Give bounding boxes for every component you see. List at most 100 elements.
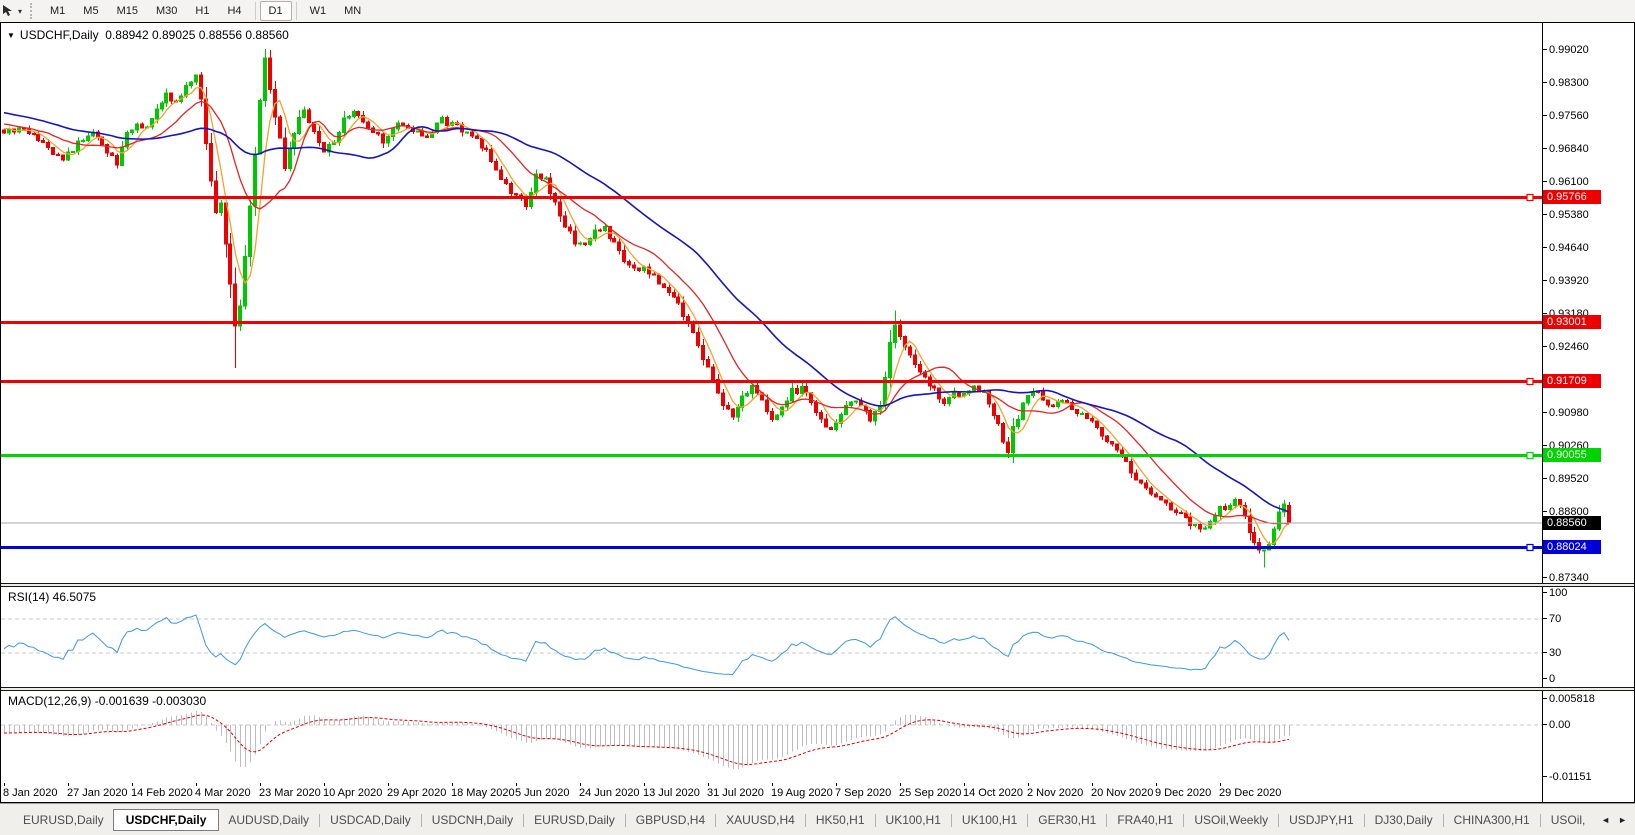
chart-tab-xauusd-h4[interactable]: XAUUSD,H4 bbox=[717, 810, 804, 830]
crosshair-tool-button[interactable]: ▾ bbox=[0, 4, 26, 18]
rsi-pane[interactable]: RSI(14) 46.5075 100 70 30 0 bbox=[1, 587, 1634, 687]
collapse-triangle-icon[interactable]: ▼ bbox=[7, 31, 15, 40]
candlestick-plot[interactable] bbox=[1, 23, 1542, 583]
rsi-label: RSI(14) 46.5075 bbox=[8, 590, 97, 604]
candle-body bbox=[1095, 420, 1099, 429]
date-tick-label: 31 Jul 2020 bbox=[707, 783, 764, 799]
candle-body bbox=[1051, 404, 1055, 408]
candle-body bbox=[499, 169, 503, 180]
candle-body bbox=[297, 116, 301, 135]
candle-body bbox=[381, 133, 385, 144]
chart-tab-hk50-h1[interactable]: HK50,H1 bbox=[807, 810, 874, 830]
chart-tab-dj30-daily[interactable]: DJ30,Daily bbox=[1366, 810, 1442, 830]
candle-body bbox=[765, 399, 769, 412]
chart-tab-usoil-weekly[interactable]: USOil,Weekly bbox=[1185, 810, 1277, 830]
rsi-tick-label: 30 bbox=[1542, 647, 1562, 659]
line-drag-handle[interactable] bbox=[1526, 543, 1534, 552]
candle-body bbox=[1198, 524, 1202, 530]
candle-body bbox=[829, 426, 833, 431]
rsi-tick-label: 0 bbox=[1542, 673, 1556, 685]
candle-body bbox=[1174, 509, 1178, 513]
chart-tab-fra40-h1[interactable]: FRA40,H1 bbox=[1108, 810, 1182, 830]
candle-body bbox=[420, 130, 424, 137]
candle-body bbox=[790, 388, 794, 402]
tab-divider bbox=[523, 813, 525, 827]
chart-tab-gbpusd-h4[interactable]: GBPUSD,H4 bbox=[627, 810, 714, 830]
chart-tab-usdcnh-daily[interactable]: USDCNH,Daily bbox=[423, 810, 522, 830]
date-tick-label: 9 Dec 2020 bbox=[1155, 783, 1212, 799]
chart-symbol-period: USDCHF,Daily bbox=[19, 28, 99, 42]
macd-axis-border bbox=[1542, 691, 1543, 783]
candle-body bbox=[440, 117, 444, 124]
candle-body bbox=[691, 322, 695, 334]
candle-body bbox=[800, 385, 804, 394]
timeframe-button-m15[interactable]: M15 bbox=[108, 1, 147, 21]
timeframe-button-h4[interactable]: H4 bbox=[218, 1, 250, 21]
timeframe-button-mn[interactable]: MN bbox=[335, 1, 370, 21]
chart-tab-uk100-h1[interactable]: UK100,H1 bbox=[953, 810, 1026, 830]
candle-body bbox=[617, 241, 621, 251]
price-tick-label: 0.98300 bbox=[1543, 77, 1589, 89]
candle-body bbox=[898, 324, 902, 337]
candle-body bbox=[745, 393, 749, 397]
candle-body bbox=[1056, 401, 1060, 408]
rsi-plot[interactable] bbox=[1, 587, 1542, 687]
date-tick-label: 10 Apr 2020 bbox=[323, 783, 383, 799]
timeframe-buttons: M1 M5 M15 M30 H1 H4 D1 W1 MN bbox=[41, 1, 370, 21]
tab-divider bbox=[715, 813, 717, 827]
chart-window: ▼ USDCHF,Daily 0.88942 0.89025 0.88556 0.… bbox=[0, 22, 1635, 803]
candle-body bbox=[726, 405, 730, 410]
candle-body bbox=[637, 267, 641, 271]
candle-body bbox=[701, 345, 705, 360]
timeframe-button-m30[interactable]: M30 bbox=[147, 1, 186, 21]
candle-body bbox=[416, 130, 420, 133]
chart-tab-ger30-h1[interactable]: GER30,H1 bbox=[1029, 810, 1105, 830]
macd-plot[interactable] bbox=[1, 691, 1542, 783]
chart-tab-audusd-daily[interactable]: AUDUSD,Daily bbox=[219, 810, 318, 830]
candle-body bbox=[352, 110, 356, 117]
line-drag-handle[interactable] bbox=[1526, 451, 1534, 460]
line-drag-handle[interactable] bbox=[1526, 193, 1534, 202]
date-axis[interactable]: 8 Jan 2020 27 Jan 2020 14 Feb 2020 4 Mar 20… bbox=[1, 783, 1634, 802]
chart-tab-bar: EURUSD,Daily USDCHF,Daily AUDUSD,Daily USDC… bbox=[0, 803, 1635, 835]
mt4-terminal: ▾ M1 M5 M15 M30 H1 H4 D1 W1 MN ▼ USDCHF,Daily 0.8… bbox=[0, 0, 1635, 835]
timeframe-button-m1[interactable]: M1 bbox=[41, 1, 74, 21]
chevron-down-icon[interactable]: ▾ bbox=[18, 7, 22, 16]
candle-body bbox=[1188, 516, 1192, 526]
moving-average-13 bbox=[3, 100, 1290, 525]
candle-body bbox=[302, 109, 306, 118]
timeframe-button-w1[interactable]: W1 bbox=[301, 1, 336, 21]
timeframe-button-d1[interactable]: D1 bbox=[259, 1, 292, 21]
level-price-badge: 0.88024 bbox=[1543, 540, 1601, 554]
chart-tab-china300-h1[interactable]: CHINA300,H1 bbox=[1445, 810, 1539, 830]
tab-scroll-right-icon[interactable]: ► bbox=[1618, 815, 1627, 825]
tab-divider bbox=[1442, 813, 1444, 827]
macd-pane[interactable]: MACD(12,26,9) -0.001639 -0.003030 0.0058… bbox=[1, 691, 1634, 783]
timeframe-button-h1[interactable]: H1 bbox=[186, 1, 218, 21]
candle-body bbox=[258, 100, 262, 155]
chart-tab-uk100-h1[interactable]: UK100,H1 bbox=[877, 810, 950, 830]
chart-tab-usdchf-daily[interactable]: USDCHF,Daily bbox=[112, 809, 220, 831]
candle-body bbox=[61, 154, 65, 161]
chart-tab-eurusd-daily[interactable]: EURUSD,Daily bbox=[14, 810, 113, 830]
candle-body bbox=[795, 388, 799, 395]
chart-tab-eurusd-daily[interactable]: EURUSD,Daily bbox=[525, 810, 624, 830]
candle-body bbox=[307, 109, 311, 123]
candle-body bbox=[657, 274, 661, 285]
level-price-badge: 0.91709 bbox=[1543, 374, 1601, 388]
candle-body bbox=[115, 155, 119, 166]
chart-tab-usoil-[interactable]: USOil, bbox=[1542, 810, 1593, 830]
candle-body bbox=[1228, 505, 1232, 510]
tab-scroll-left-icon[interactable]: ◄ bbox=[1601, 815, 1610, 825]
candle-body bbox=[1238, 498, 1242, 506]
main-chart-pane[interactable]: ▼ USDCHF,Daily 0.88942 0.89025 0.88556 0.… bbox=[1, 23, 1634, 584]
timeframe-button-m5[interactable]: M5 bbox=[74, 1, 107, 21]
date-tick-label: 24 Jun 2020 bbox=[579, 783, 640, 799]
candle-body bbox=[849, 401, 853, 406]
date-tick-label: 13 Jul 2020 bbox=[643, 783, 700, 799]
chart-tab-usdjpy-h1[interactable]: USDJPY,H1 bbox=[1280, 810, 1362, 830]
line-drag-handle[interactable] bbox=[1526, 377, 1534, 386]
candle-wicks bbox=[9, 49, 1285, 568]
candle-body bbox=[1248, 515, 1252, 534]
chart-tab-usdcad-daily[interactable]: USDCAD,Daily bbox=[321, 810, 420, 830]
